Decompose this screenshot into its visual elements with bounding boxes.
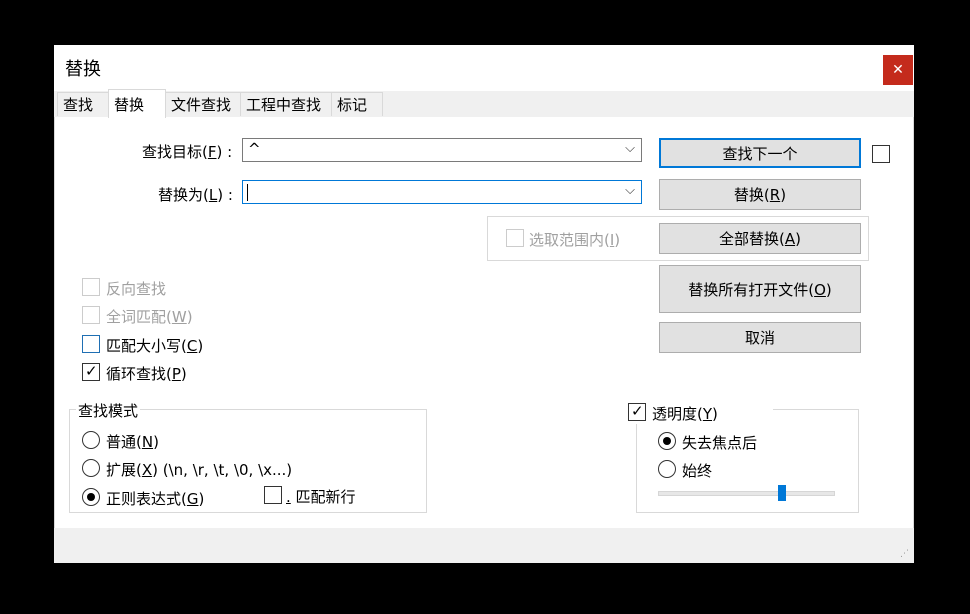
chevron-down-icon[interactable]: ⌵ [625, 183, 635, 198]
whole-word-label: 全词匹配(W) [106, 308, 193, 326]
replace-button[interactable]: 替换(R) [659, 179, 861, 210]
wrap-around-label: 循环查找(P) [106, 365, 187, 383]
normal-mode-label: 普通(N) [106, 433, 159, 451]
tab-replace[interactable]: 替换 [108, 89, 166, 118]
tab-find-in-files[interactable]: 文件查找 [165, 92, 241, 116]
window-title: 替换 [65, 59, 101, 80]
tab-label: 文件查找 [171, 96, 232, 114]
in-selection-label: 选取范围内(I) [529, 231, 621, 249]
tab-find[interactable]: 查找 [57, 92, 109, 116]
tab-label: 查找 [63, 96, 94, 114]
find-next-button[interactable]: 查找下一个 [659, 138, 861, 168]
find-next-checkbox[interactable] [872, 145, 890, 163]
tab-panel: 查找目标(F) : ^ ⌵ 替换为(L) : ⌵ 查找下一个 替换(R) 选取范… [54, 117, 914, 529]
always-label: 始终 [682, 462, 713, 480]
backward-checkbox[interactable] [82, 278, 100, 296]
cancel-button[interactable]: 取消 [659, 322, 861, 353]
whole-word-checkbox[interactable] [82, 306, 100, 324]
search-mode-title: 查找模式 [76, 400, 141, 421]
button-label: 查找下一个 [722, 144, 798, 163]
radio-selected-dot [87, 493, 95, 501]
on-lose-focus-radio[interactable] [658, 432, 676, 450]
wrap-around-checkbox[interactable]: ✓ [82, 362, 100, 381]
normal-mode-radio[interactable] [82, 431, 100, 449]
button-label: 替换所有打开文件(O) [688, 280, 832, 299]
close-icon: ✕ [892, 62, 904, 78]
tab-mark[interactable]: 标记 [331, 92, 383, 116]
on-lose-focus-label: 失去焦点后 [682, 434, 758, 452]
tab-label: 工程中查找 [246, 96, 322, 114]
checkmark-icon: ✓ [631, 402, 644, 420]
transparency-slider-thumb[interactable] [777, 485, 786, 501]
find-combobox[interactable]: ^ ⌵ [242, 138, 642, 162]
transparency-label: 透明度(Y) [652, 405, 718, 423]
status-bar: ⋰ [54, 528, 914, 563]
replace-all-button[interactable]: 全部替换(A) [659, 223, 861, 254]
close-button[interactable]: ✕ [883, 55, 913, 85]
match-case-checkbox[interactable] [82, 335, 100, 353]
replace-dialog: 替换 ✕ 查找 替换 文件查找 工程中查找 标记 查找目标(F) : ^ ⌵ 替… [54, 45, 914, 563]
replace-combobox[interactable]: ⌵ [242, 180, 642, 204]
checkmark-icon: ✓ [85, 362, 98, 380]
extended-mode-radio[interactable] [82, 459, 100, 477]
regex-mode-radio[interactable] [82, 488, 100, 506]
text-caret [247, 184, 248, 201]
regex-mode-label: 正则表达式(G) [106, 490, 205, 508]
chevron-down-icon[interactable]: ⌵ [625, 141, 635, 156]
match-case-label: 匹配大小写(C) [106, 337, 204, 355]
find-value: ^ [248, 140, 261, 158]
button-label: 全部替换(A) [719, 230, 801, 248]
transparency-slider[interactable] [658, 491, 835, 496]
radio-selected-dot [663, 437, 671, 445]
tab-find-in-project[interactable]: 工程中查找 [240, 92, 332, 116]
replace-all-open-files-button[interactable]: 替换所有打开文件(O) [659, 265, 861, 313]
tab-label: 标记 [337, 96, 368, 114]
tab-label: 替换 [114, 95, 145, 114]
in-selection-checkbox[interactable] [506, 229, 524, 247]
extended-mode-label: 扩展(X) (\n, \r, \t, \0, \x...) [106, 461, 293, 479]
find-label: 查找目标(F) : [142, 143, 233, 161]
replace-label: 替换为(L) : [158, 186, 233, 204]
transparency-checkbox[interactable]: ✓ [628, 402, 646, 421]
dot-matches-newline-checkbox[interactable] [264, 486, 282, 504]
backward-label: 反向查找 [106, 280, 167, 298]
button-label: 替换(R) [733, 186, 787, 204]
button-label: 取消 [744, 329, 775, 347]
title-bar: 替换 ✕ [54, 45, 914, 91]
resize-grip-icon[interactable]: ⋰ [900, 550, 909, 559]
always-radio[interactable] [658, 460, 676, 478]
dot-matches-newline-label: . 匹配新行 [286, 488, 356, 506]
